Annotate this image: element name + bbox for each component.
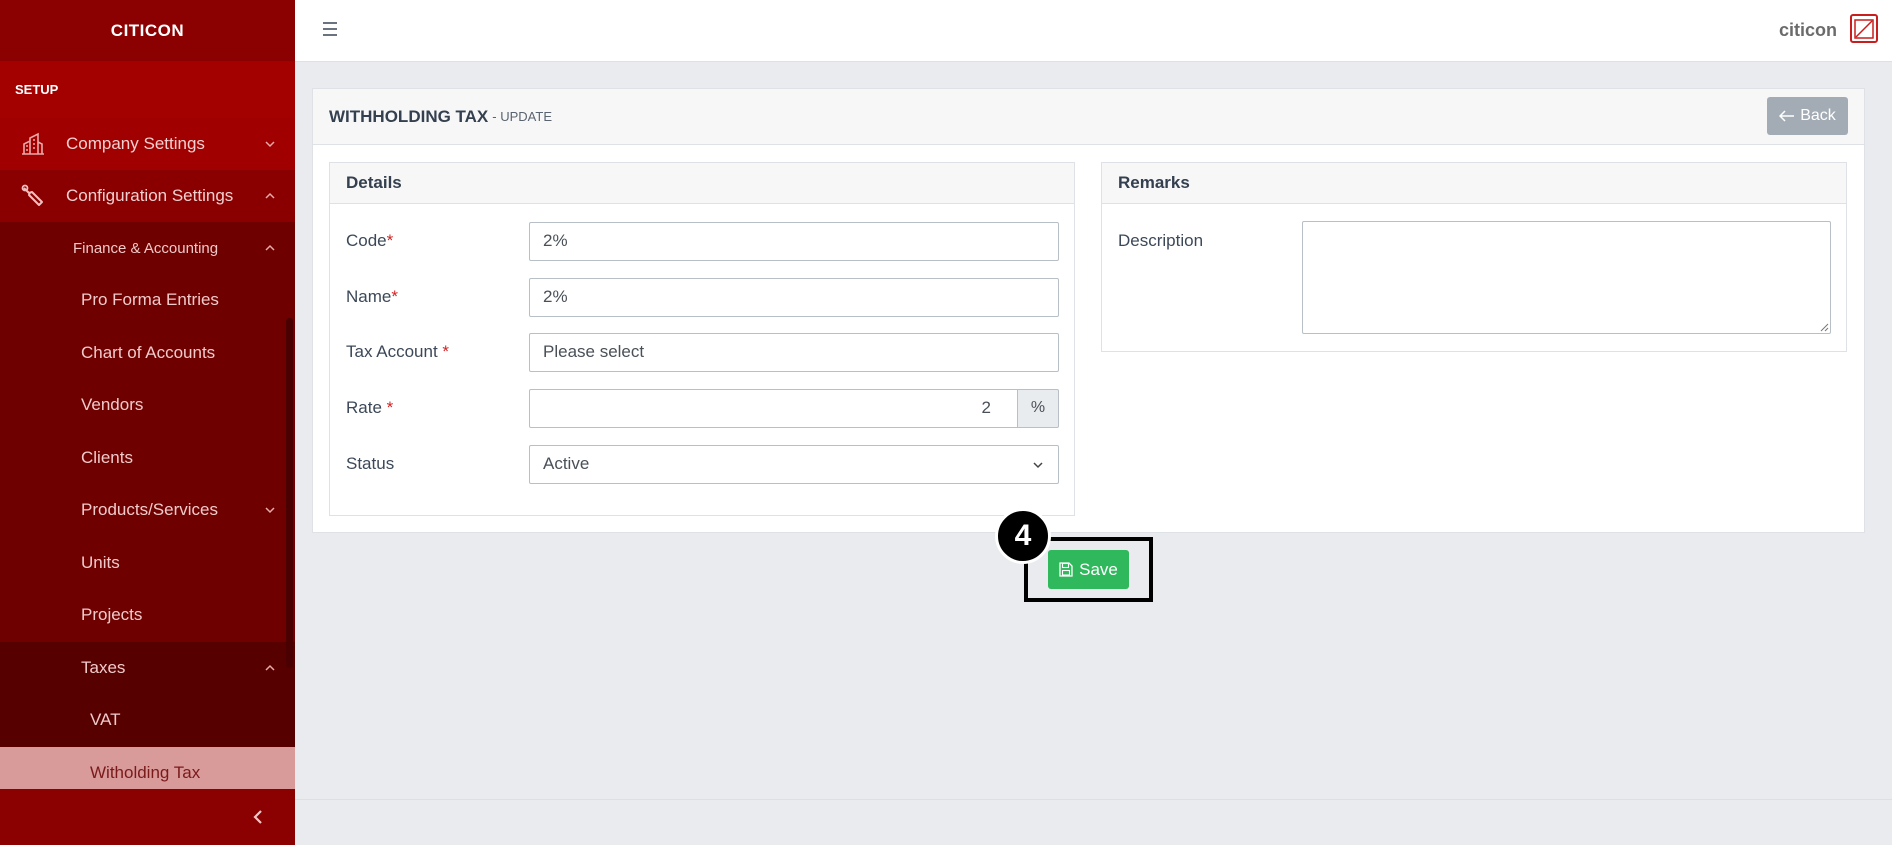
sidebar-section-setup: SETUP (0, 61, 295, 118)
status-select[interactable]: Active (529, 444, 1059, 484)
sidebar-item-label: Chart of Accounts (81, 342, 216, 362)
chevron-down-icon (265, 507, 275, 514)
sidebar-item-label: Finance & Accounting (73, 239, 219, 257)
chevron-down-icon (1033, 461, 1043, 468)
status-row: Status Active (330, 444, 1074, 484)
sidebar-item-label: Units (81, 552, 120, 572)
withholding-tax-card: WITHHOLDING TAX - UPDATE Back Details Co… (312, 88, 1865, 533)
step-number-badge: 4 (995, 508, 1051, 564)
chevron-down-icon (265, 141, 275, 148)
rate-input-group: 2 % (529, 388, 1059, 428)
rate-label: Rate * (346, 398, 394, 417)
details-heading: Details (330, 163, 1074, 204)
code-field[interactable]: 2% (529, 221, 1059, 261)
sidebar-scrollbar[interactable] (286, 318, 293, 668)
name-row: Name* 2% (330, 277, 1074, 317)
avatar[interactable] (1850, 14, 1878, 43)
description-label: Description (1118, 231, 1204, 250)
sidebar-item-pro-forma-entries[interactable]: Pro Forma Entries (0, 274, 295, 327)
sidebar-item-label: Company Settings (66, 134, 205, 153)
sidebar-item-projects[interactable]: Projects (0, 589, 295, 642)
sidebar: CITICON SETUP Company Settings Configura… (0, 0, 295, 845)
sidebar-item-label: Witholding Tax (90, 762, 201, 782)
footer-bar (295, 799, 1892, 845)
code-label: Code* (346, 231, 394, 250)
sidebar-item-configuration-settings[interactable]: Configuration Settings (0, 170, 295, 222)
wrench-icon (18, 181, 48, 211)
chevron-up-icon (265, 244, 275, 251)
sidebar-item-products-services[interactable]: Products/Services (0, 484, 295, 537)
sidebar-item-finance-accounting[interactable]: Finance & Accounting (0, 222, 295, 274)
rate-field[interactable]: 2 (529, 388, 1018, 428)
back-button[interactable]: Back (1767, 97, 1848, 135)
sidebar-item-label: Clients (81, 447, 133, 467)
rate-row: Rate * 2 % (330, 388, 1074, 428)
brand-logo[interactable]: CITICON (0, 0, 295, 61)
sidebar-item-chart-of-accounts[interactable]: Chart of Accounts (0, 326, 295, 379)
code-row: Code* 2% (330, 221, 1074, 261)
arrow-left-icon (1779, 110, 1795, 122)
tax-account-select[interactable]: Please select (529, 332, 1059, 372)
sidebar-item-label: Products/Services (81, 500, 218, 520)
sidebar-item-label: Configuration Settings (66, 186, 234, 205)
resize-handle-icon[interactable] (1818, 321, 1829, 332)
sidebar-collapse-button[interactable] (0, 789, 295, 845)
sidebar-item-label: Pro Forma Entries (81, 290, 219, 310)
remarks-panel: Remarks Description (1101, 162, 1847, 352)
details-panel: Details Code* 2% Name* 2% Tax Account * … (329, 162, 1075, 516)
chevron-up-icon (265, 192, 275, 199)
sidebar-item-label: Taxes (81, 657, 126, 677)
tax-account-row: Tax Account * Please select (330, 332, 1074, 372)
percent-addon: % (1018, 388, 1059, 428)
topbar: citicon (295, 0, 1892, 62)
name-label: Name* (346, 287, 398, 306)
chevron-up-icon (265, 664, 275, 671)
page-subtitle: - UPDATE (492, 109, 552, 124)
sidebar-item-vat[interactable]: VAT (0, 694, 295, 747)
sidebar-item-label: VAT (90, 710, 121, 730)
card-header: WITHHOLDING TAX - UPDATE Back (313, 89, 1864, 145)
sidebar-item-units[interactable]: Units (0, 536, 295, 589)
back-button-label: Back (1800, 107, 1836, 124)
tax-account-label: Tax Account * (346, 342, 450, 361)
status-select-value: Active (543, 454, 590, 473)
page-title: WITHHOLDING TAX (329, 106, 489, 126)
image-icon (1854, 18, 1874, 39)
user-name[interactable]: citicon (1779, 20, 1837, 41)
sidebar-item-clients[interactable]: Clients (0, 431, 295, 484)
building-icon (18, 129, 48, 159)
remarks-heading: Remarks (1102, 163, 1846, 204)
name-field[interactable]: 2% (529, 277, 1059, 317)
chevron-left-icon (253, 810, 262, 824)
menu-toggle-icon[interactable] (323, 20, 337, 38)
sidebar-item-taxes[interactable]: Taxes (0, 641, 295, 694)
description-textarea[interactable] (1302, 221, 1831, 334)
sidebar-item-company-settings[interactable]: Company Settings (0, 118, 295, 170)
sidebar-item-label: Projects (81, 605, 143, 625)
sidebar-item-vendors[interactable]: Vendors (0, 379, 295, 432)
sidebar-item-label: Vendors (81, 395, 144, 415)
status-label: Status (346, 454, 395, 473)
